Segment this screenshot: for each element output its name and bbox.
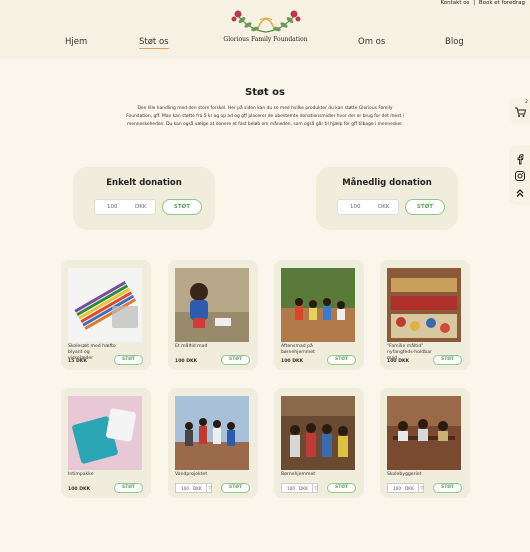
product-amount-input[interactable]: 100 DKK ▽ xyxy=(175,483,212,493)
product-card: Vandprojektet 100 DKK ▽ STØT xyxy=(168,388,258,498)
product-image[interactable] xyxy=(281,396,355,470)
chevron-down-icon[interactable]: ▽ xyxy=(312,484,319,492)
amount-value: 100 xyxy=(107,204,118,210)
monthly-donation-title: Månedlig donation xyxy=(342,178,432,188)
instagram-icon[interactable] xyxy=(514,170,526,182)
product-name: Børnehjemmet xyxy=(281,472,316,477)
nav-blog[interactable]: Blog xyxy=(445,37,464,47)
product-image[interactable] xyxy=(387,268,461,342)
single-donation-amount-input[interactable]: 100 DKK xyxy=(94,199,156,215)
product-card: Intimpakke 100 DKK STØT xyxy=(61,388,151,498)
amount-value: 100 xyxy=(287,486,295,491)
product-card: Aftensmad på børnehjemmet 100 DKK STØT xyxy=(274,260,364,370)
product-name: Intimpakke xyxy=(68,472,94,477)
single-donation-button[interactable]: STØT xyxy=(162,199,202,215)
product-card: Et måltid mad 100 DKK STØT xyxy=(168,260,258,370)
social-sidebar xyxy=(509,145,530,205)
support-product-button[interactable]: STØT xyxy=(327,355,356,365)
logo-wreath-icon xyxy=(231,10,300,33)
nav-home[interactable]: Hjem xyxy=(65,37,87,47)
contact-link[interactable]: Kontakt os xyxy=(440,0,469,6)
monthly-donation-amount-input[interactable]: 100 DKK xyxy=(337,199,399,215)
support-product-button[interactable]: STØT xyxy=(327,483,356,493)
cart-count-badge: 2 xyxy=(525,100,528,105)
currency-label: DKK xyxy=(193,486,202,491)
product-card: Skolesæt med hæfte blyant og viskelæder … xyxy=(61,260,151,370)
currency-label: DKK xyxy=(378,204,390,210)
support-product-button[interactable]: STØT xyxy=(433,483,462,493)
product-name: Skolebyggeriet xyxy=(387,472,422,477)
topbar-separator: | xyxy=(473,0,476,6)
page-intro: Den lille handling med den store forskel… xyxy=(126,106,404,127)
page-title: Støt os xyxy=(245,87,285,98)
product-card: Børnehjemmet 100 DKK ▽ STØT xyxy=(274,388,364,498)
product-image[interactable] xyxy=(68,268,142,342)
product-image[interactable] xyxy=(387,396,461,470)
product-price: 15 DKK xyxy=(68,359,87,364)
support-product-button[interactable]: STØT xyxy=(114,483,143,493)
amount-value: 100 xyxy=(350,204,361,210)
product-card: "Familie måltid" nyfangfeds-holdbar mad … xyxy=(380,260,470,370)
product-image[interactable] xyxy=(68,396,142,470)
chevron-down-icon[interactable]: ▽ xyxy=(418,484,425,492)
product-image[interactable] xyxy=(175,396,249,470)
nav-support[interactable]: Støt os xyxy=(139,37,169,49)
monthly-donation-box: Månedlig donation 100 DKK STØT xyxy=(316,167,458,230)
scroll-top-icon[interactable] xyxy=(514,187,526,199)
currency-label: DKK xyxy=(299,486,308,491)
product-image[interactable] xyxy=(281,268,355,342)
site-logo[interactable]: Glorious Family Foundation xyxy=(218,6,313,48)
nav-about[interactable]: Om os xyxy=(358,37,385,47)
amount-value: 100 xyxy=(393,486,401,491)
support-product-button[interactable]: STØT xyxy=(221,483,250,493)
product-amount-input[interactable]: 100 DKK ▽ xyxy=(387,483,424,493)
product-card: Skolebyggeriet 100 DKK ▽ STØT xyxy=(380,388,470,498)
currency-label: DKK xyxy=(135,204,147,210)
cart-icon[interactable] xyxy=(514,106,527,118)
support-product-button[interactable]: STØT xyxy=(433,355,462,365)
product-name: Vandprojektet xyxy=(175,472,208,477)
product-price: 100 DKK xyxy=(387,359,410,364)
product-price: 100 DKK xyxy=(175,359,198,364)
currency-label: DKK xyxy=(405,486,414,491)
book-talk-link[interactable]: Book et foredrag xyxy=(479,0,525,6)
product-price: 100 DKK xyxy=(281,359,304,364)
support-product-button[interactable]: STØT xyxy=(114,355,143,365)
cart-widget[interactable]: 2 xyxy=(509,98,530,124)
logo-name: Glorious Family Foundation xyxy=(223,36,308,43)
monthly-donation-button[interactable]: STØT xyxy=(405,199,445,215)
product-name: Aftensmad på børnehjemmet xyxy=(281,344,315,355)
product-name: Et måltid mad xyxy=(175,344,208,349)
product-price: 100 DKK xyxy=(68,487,91,492)
support-product-button[interactable]: STØT xyxy=(221,355,250,365)
product-image[interactable] xyxy=(175,268,249,342)
single-donation-box: Enkelt donation 100 DKK STØT xyxy=(73,167,215,230)
amount-value: 100 xyxy=(181,486,189,491)
product-amount-input[interactable]: 100 DKK ▽ xyxy=(281,483,318,493)
chevron-down-icon[interactable]: ▽ xyxy=(206,484,213,492)
facebook-icon[interactable] xyxy=(514,153,526,165)
single-donation-title: Enkelt donation xyxy=(106,178,182,188)
top-links: Kontakt os | Book et foredrag xyxy=(439,0,526,6)
